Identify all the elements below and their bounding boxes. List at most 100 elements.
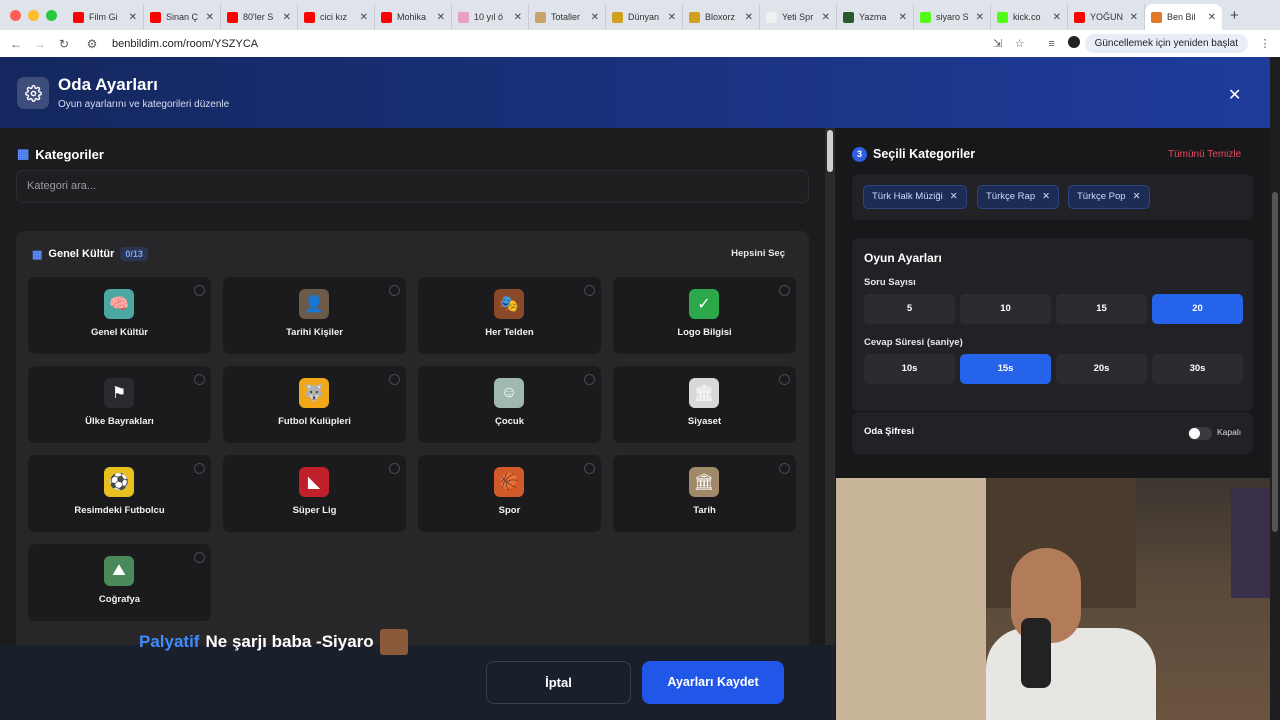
browser-tab[interactable]: siyaro S ✕ xyxy=(914,4,991,30)
reload-icon[interactable]: ↻ xyxy=(52,37,76,51)
close-window-button[interactable] xyxy=(10,9,21,21)
answer-time-option[interactable]: 15s xyxy=(960,354,1051,384)
category-card[interactable]: 🏛 Siyaset xyxy=(613,366,796,443)
category-radio[interactable] xyxy=(194,463,205,474)
category-card[interactable]: ☺ Çocuk xyxy=(418,366,601,443)
tab-close-icon[interactable]: ✕ xyxy=(514,12,522,23)
forward-icon[interactable]: → xyxy=(28,37,52,51)
remove-chip-icon[interactable]: ✕ xyxy=(1042,191,1050,202)
selected-chip[interactable]: Türkçe Pop ✕ xyxy=(1068,185,1150,209)
back-icon[interactable]: ← xyxy=(4,37,28,51)
close-icon[interactable]: ✕ xyxy=(1228,85,1241,105)
answer-time-option[interactable]: 20s xyxy=(1056,354,1147,384)
category-radio[interactable] xyxy=(584,374,595,385)
category-radio[interactable] xyxy=(584,463,595,474)
browser-tab[interactable]: Film Gi ✕ xyxy=(67,4,144,30)
browser-tab[interactable]: kick.co ✕ xyxy=(991,4,1068,30)
new-tab-button[interactable]: + xyxy=(1230,7,1239,24)
category-card[interactable]: ⚑ Ülke Bayrakları xyxy=(28,366,211,443)
scrollbar-thumb[interactable] xyxy=(827,130,833,172)
categories-scrollbar[interactable] xyxy=(825,128,835,645)
browser-tab[interactable]: 10 yıl ö ✕ xyxy=(452,4,529,30)
remove-chip-icon[interactable]: ✕ xyxy=(1133,191,1141,202)
remove-chip-icon[interactable]: ✕ xyxy=(950,191,958,202)
category-radio[interactable] xyxy=(779,285,790,296)
selected-chip[interactable]: Türk Halk Müziği ✕ xyxy=(863,185,967,209)
install-app-icon[interactable]: ⇲ xyxy=(987,37,1009,50)
category-radio[interactable] xyxy=(194,552,205,563)
browser-tab[interactable]: Sinan Ç ✕ xyxy=(144,4,221,30)
category-radio[interactable] xyxy=(584,285,595,296)
category-card[interactable]: ⛰ Coğrafya xyxy=(28,544,211,621)
bookmark-star-icon[interactable]: ☆ xyxy=(1009,37,1031,50)
category-card[interactable]: ⚽ Resimdeki Futbolcu xyxy=(28,455,211,532)
minimize-window-button[interactable] xyxy=(28,9,39,21)
category-card[interactable]: 🧠 Genel Kültür xyxy=(28,277,211,354)
save-settings-button[interactable]: Ayarları Kaydet xyxy=(642,661,784,704)
tab-close-icon[interactable]: ✕ xyxy=(899,12,907,23)
site-info-icon[interactable]: ⚙ xyxy=(80,37,104,51)
tab-close-icon[interactable]: ✕ xyxy=(1130,12,1138,23)
select-all-button[interactable]: Hepsini Seç xyxy=(731,248,785,259)
browser-tab[interactable]: Yeti Spr ✕ xyxy=(760,4,837,30)
tab-close-icon[interactable]: ✕ xyxy=(360,12,368,23)
selected-chip[interactable]: Türkçe Rap ✕ xyxy=(977,185,1060,209)
category-radio[interactable] xyxy=(194,374,205,385)
answer-time-option[interactable]: 30s xyxy=(1152,354,1243,384)
tab-close-icon[interactable]: ✕ xyxy=(745,12,753,23)
tab-close-icon[interactable]: ✕ xyxy=(129,12,137,23)
tab-close-icon[interactable]: ✕ xyxy=(668,12,676,23)
page-scrollbar[interactable] xyxy=(1270,57,1280,720)
browser-tab[interactable]: Totaller ✕ xyxy=(529,4,606,30)
answer-time-option[interactable]: 10s xyxy=(864,354,955,384)
category-card[interactable]: ◣ Süper Lig xyxy=(223,455,406,532)
category-card[interactable]: ✓ Logo Bilgisi xyxy=(613,277,796,354)
category-card[interactable]: 🐺 Futbol Kulüpleri xyxy=(223,366,406,443)
browser-tab[interactable]: cici kız ✕ xyxy=(298,4,375,30)
maximize-window-button[interactable] xyxy=(46,9,57,21)
category-radio[interactable] xyxy=(194,285,205,296)
tab-close-icon[interactable]: ✕ xyxy=(283,12,291,23)
browser-tab[interactable]: 80'ler S ✕ xyxy=(221,4,298,30)
category-radio[interactable] xyxy=(779,463,790,474)
category-search-input[interactable]: Kategori ara... xyxy=(16,170,809,203)
category-label: Resimdeki Futbolcu xyxy=(74,505,165,516)
url-field[interactable]: benbildim.com/room/YSZYCA xyxy=(112,38,987,50)
tab-close-icon[interactable]: ✕ xyxy=(976,12,984,23)
browser-tab[interactable]: Mohika ✕ xyxy=(375,4,452,30)
category-radio[interactable] xyxy=(389,285,400,296)
question-count-option[interactable]: 5 xyxy=(864,294,955,324)
category-radio[interactable] xyxy=(389,463,400,474)
question-count-option[interactable]: 10 xyxy=(960,294,1051,324)
browser-tab[interactable]: YOĞUN ✕ xyxy=(1068,4,1145,30)
category-card[interactable]: 🏀 Spor xyxy=(418,455,601,532)
cancel-button[interactable]: İptal xyxy=(486,661,631,704)
update-restart-button[interactable]: Güncellemek için yeniden başlat xyxy=(1084,34,1248,53)
tab-close-icon[interactable]: ✕ xyxy=(1208,12,1216,23)
clear-all-button[interactable]: Tümünü Temizle xyxy=(1168,149,1241,160)
tab-close-icon[interactable]: ✕ xyxy=(206,12,214,23)
browser-tab[interactable]: Ben Bil ✕ xyxy=(1145,4,1222,30)
category-card[interactable]: 🎭 Her Telden xyxy=(418,277,601,354)
category-radio[interactable] xyxy=(779,374,790,385)
category-card[interactable]: 👤 Tarihi Kişiler xyxy=(223,277,406,354)
menu-kebab-icon[interactable]: ⋮ xyxy=(1254,37,1276,50)
tab-close-icon[interactable]: ✕ xyxy=(591,12,599,23)
tab-close-icon[interactable]: ✕ xyxy=(822,12,830,23)
browser-tab[interactable]: Bloxorz ✕ xyxy=(683,4,760,30)
question-count-option[interactable]: 15 xyxy=(1056,294,1147,324)
profile-avatar[interactable] xyxy=(1063,36,1085,51)
tab-close-icon[interactable]: ✕ xyxy=(1053,12,1061,23)
category-radio[interactable] xyxy=(389,374,400,385)
browser-tab[interactable]: Yazma ✕ xyxy=(837,4,914,30)
child-icon: ☺ xyxy=(494,378,524,408)
modal-subtitle: Oyun ayarlarını ve kategorileri düzenle xyxy=(58,99,230,110)
tab-close-icon[interactable]: ✕ xyxy=(437,12,445,23)
question-count-option[interactable]: 20 xyxy=(1152,294,1243,324)
category-card[interactable]: 🏛 Tarih xyxy=(613,455,796,532)
page-scrollbar-thumb[interactable] xyxy=(1272,192,1278,532)
media-icon[interactable]: ≡ xyxy=(1041,38,1063,50)
room-password-toggle[interactable] xyxy=(1188,427,1212,440)
browser-tab[interactable]: Dünyan ✕ xyxy=(606,4,683,30)
category-label: Coğrafya xyxy=(98,594,141,605)
